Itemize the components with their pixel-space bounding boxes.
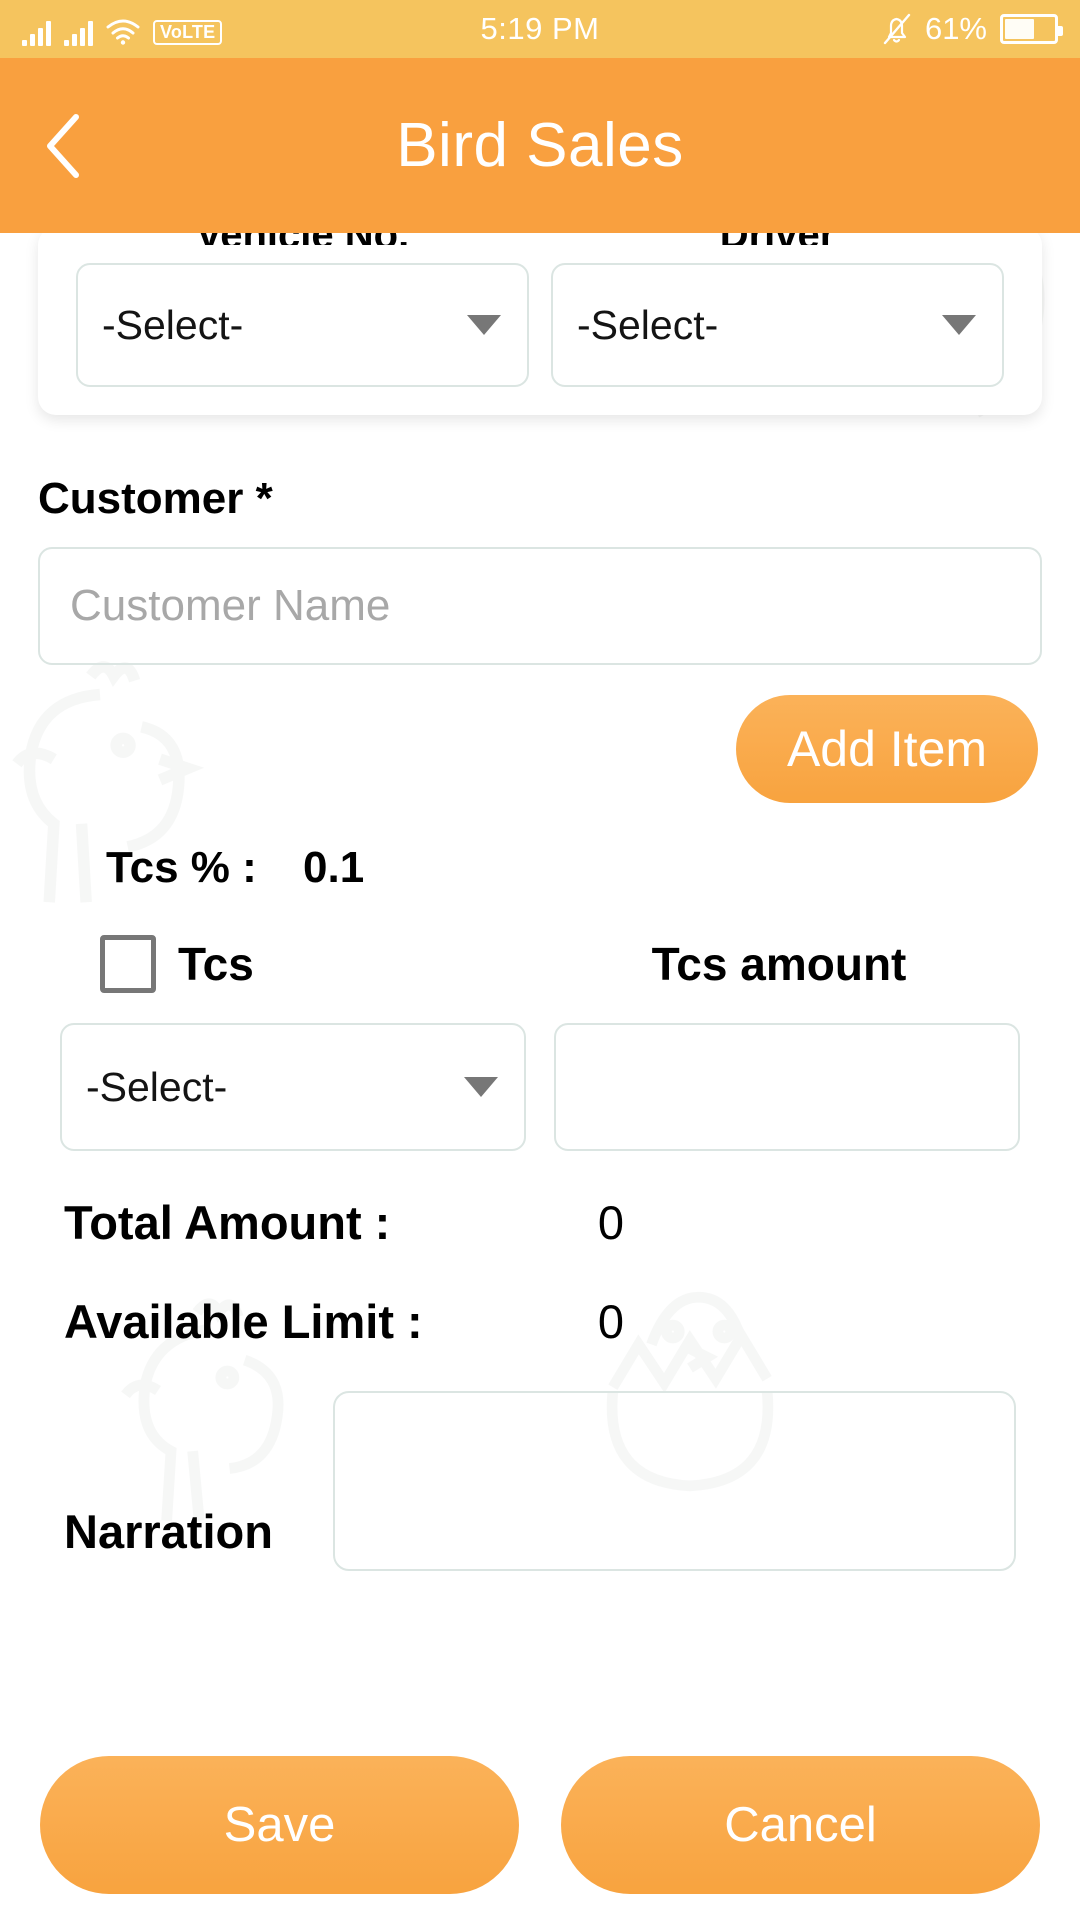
add-item-button[interactable]: Add Item [736, 695, 1038, 803]
app-header: Bird Sales [0, 58, 1080, 233]
driver-field: Driver -Select- [551, 233, 1004, 387]
tcs-header-row: Tcs Tcs amount [38, 935, 1042, 993]
total-amount-value: 0 [597, 1196, 624, 1249]
page-title: Bird Sales [396, 111, 684, 180]
driver-select[interactable]: -Select- [551, 263, 1004, 387]
chevron-down-icon-2 [942, 315, 976, 335]
customer-input-placeholder: Customer Name [70, 581, 391, 630]
chevron-down-icon [467, 315, 501, 335]
vehicle-select-value: -Select- [102, 301, 244, 348]
tcs-percent-label: Tcs % : [106, 843, 257, 892]
form-scroll-area[interactable]: Vehicle No. -Select- Driver -Select- Cus [0, 233, 1080, 1920]
customer-field: Customer * Customer Name [38, 477, 1042, 665]
total-amount-row: Total Amount : 0 [38, 1195, 1042, 1250]
form-content: Vehicle No. -Select- Driver -Select- Cus [0, 233, 1080, 1571]
total-amount-label: Total Amount : [64, 1196, 391, 1249]
tcs-percent-value: 0.1 [303, 843, 365, 892]
battery-icon [1000, 14, 1063, 44]
narration-label: Narration [64, 1505, 273, 1558]
status-bar: VoLTE 5:19 PM 61% [0, 0, 1080, 58]
customer-label: Customer * [38, 474, 273, 523]
available-limit-label: Available Limit : [64, 1295, 423, 1348]
chevron-left-icon [47, 113, 79, 178]
status-time: 5:19 PM [480, 11, 600, 46]
driver-select-value: -Select- [577, 301, 719, 348]
add-item-row: Add Item [38, 695, 1042, 803]
tcs-checkbox[interactable] [100, 935, 156, 993]
available-limit-row: Available Limit : 0 [38, 1294, 1042, 1349]
vehicle-select[interactable]: -Select- [76, 263, 529, 387]
vehicle-driver-card: Vehicle No. -Select- Driver -Select- [38, 233, 1042, 415]
chevron-down-icon-3 [464, 1077, 498, 1097]
tcs-inputs-row: -Select- [38, 1023, 1042, 1151]
bottom-action-bar: Save Cancel [0, 1730, 1080, 1920]
cancel-button[interactable]: Cancel [561, 1756, 1040, 1894]
tcs-percent-row: Tcs % : 0.1 [38, 843, 1042, 893]
vehicle-driver-row: Vehicle No. -Select- Driver -Select- [38, 233, 1042, 387]
vehicle-label: Vehicle No. [76, 233, 529, 245]
tcs-checkbox-group[interactable]: Tcs [38, 935, 540, 993]
back-button[interactable] [20, 103, 106, 189]
customer-input[interactable]: Customer Name [38, 547, 1042, 665]
driver-label: Driver [551, 233, 1004, 245]
tcs-checkbox-label: Tcs [178, 938, 254, 990]
tcs-select-value: -Select- [86, 1063, 228, 1110]
narration-row: Narration [38, 1391, 1042, 1571]
available-limit-value: 0 [597, 1295, 624, 1348]
narration-textarea[interactable] [332, 1391, 1016, 1571]
tcs-select[interactable]: -Select- [60, 1023, 526, 1151]
tcs-amount-input[interactable] [554, 1023, 1020, 1151]
tcs-amount-label: Tcs amount [651, 938, 907, 990]
vehicle-field: Vehicle No. -Select- [76, 233, 529, 387]
save-button[interactable]: Save [40, 1756, 519, 1894]
